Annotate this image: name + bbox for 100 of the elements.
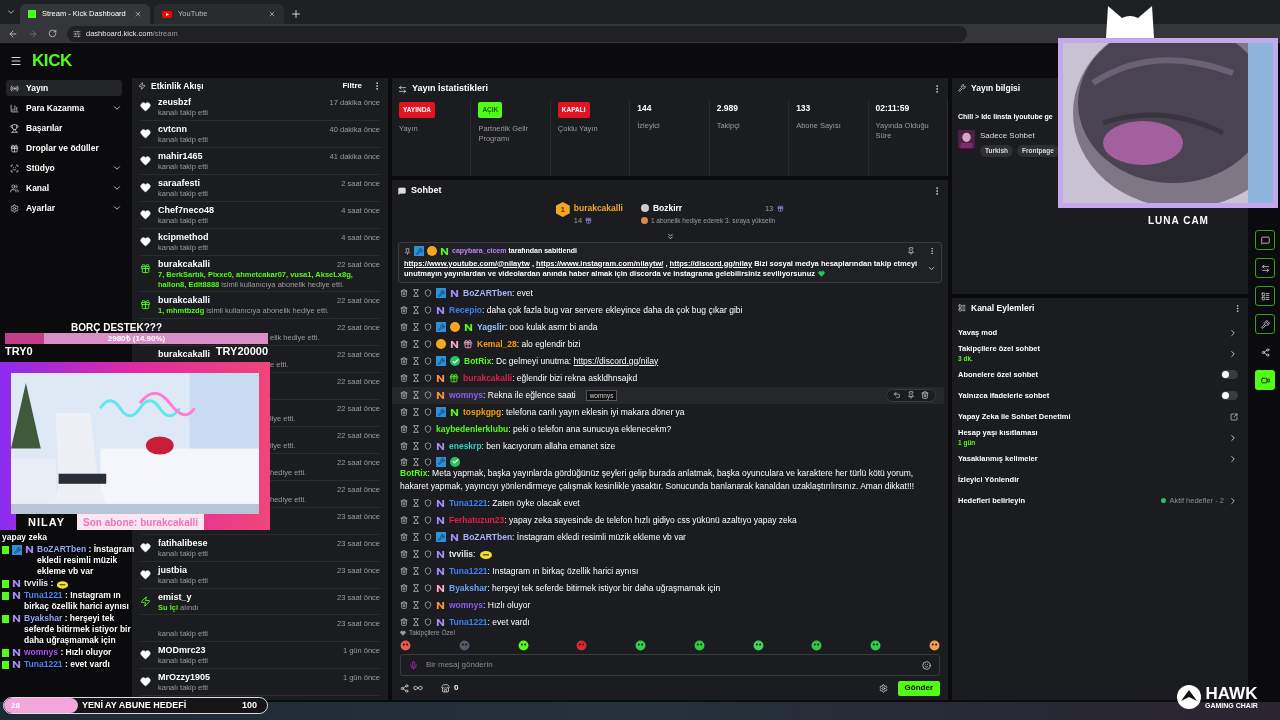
- user-name[interactable]: Chef7neco48: [158, 205, 215, 216]
- ban-icon[interactable]: [424, 618, 432, 626]
- close-icon[interactable]: [268, 10, 276, 18]
- user-name[interactable]: saraafesti: [158, 178, 201, 189]
- delete-icon[interactable]: [400, 408, 408, 416]
- rail-button[interactable]: [1255, 370, 1275, 390]
- delete-icon[interactable]: [400, 340, 408, 348]
- pin-icon[interactable]: [907, 391, 915, 399]
- ban-icon[interactable]: [424, 533, 432, 541]
- reply-icon[interactable]: [893, 391, 901, 399]
- emote-icon[interactable]: [635, 639, 647, 651]
- expand-icon[interactable]: [665, 232, 675, 241]
- category-name[interactable]: Sadece Sohbet: [980, 130, 1059, 142]
- emote-icon[interactable]: [928, 639, 940, 651]
- ban-icon[interactable]: [424, 584, 432, 592]
- ban-icon[interactable]: [424, 340, 432, 348]
- delete-icon[interactable]: [400, 601, 408, 609]
- user-name[interactable]: zeusbzf: [158, 97, 191, 108]
- chevron-icon[interactable]: [1228, 348, 1238, 359]
- nav-item[interactable]: Yayın: [6, 80, 122, 96]
- emote-icon[interactable]: [517, 639, 529, 651]
- chevron-icon[interactable]: [1228, 453, 1238, 464]
- external-link-icon[interactable]: [1230, 412, 1238, 421]
- ban-icon[interactable]: [424, 357, 432, 365]
- ban-icon[interactable]: [424, 567, 432, 575]
- rail-button[interactable]: [1255, 286, 1275, 306]
- delete-icon[interactable]: [921, 391, 929, 399]
- timeout-icon[interactable]: [412, 425, 420, 433]
- nav-item[interactable]: Başarılar: [6, 120, 122, 136]
- timeout-icon[interactable]: [412, 357, 420, 365]
- ban-icon[interactable]: [424, 374, 432, 382]
- user-name[interactable]: justbia: [158, 564, 187, 576]
- ban-icon[interactable]: [424, 499, 432, 507]
- chevron-icon[interactable]: [1228, 327, 1238, 338]
- back-icon[interactable]: [8, 28, 18, 39]
- nav-item[interactable]: Droplar ve ödüller: [6, 140, 122, 156]
- more-icon[interactable]: [1233, 303, 1242, 313]
- chevron-icon[interactable]: [112, 163, 122, 173]
- delete-icon[interactable]: [400, 306, 408, 314]
- timeout-icon[interactable]: [412, 306, 420, 314]
- menu-icon[interactable]: [10, 55, 22, 67]
- user-name[interactable]: burakcakalli: [158, 348, 211, 360]
- tab-list-icon[interactable]: [6, 7, 16, 17]
- user-name[interactable]: mahir1465: [158, 151, 203, 162]
- toggle-switch[interactable]: [1221, 391, 1238, 400]
- timeout-icon[interactable]: [412, 442, 420, 450]
- delete-icon[interactable]: [400, 374, 408, 382]
- filter-button[interactable]: Filtre: [342, 80, 362, 92]
- delete-icon[interactable]: [400, 567, 408, 575]
- timeout-icon[interactable]: [412, 516, 420, 524]
- timeout-icon[interactable]: [412, 550, 420, 558]
- emoji-icon[interactable]: [922, 660, 931, 670]
- emote-icon[interactable]: [811, 639, 823, 651]
- delete-icon[interactable]: [400, 425, 408, 433]
- chevron-icon[interactable]: [112, 183, 122, 193]
- new-tab-icon[interactable]: [290, 8, 302, 20]
- delete-icon[interactable]: [400, 584, 408, 592]
- ban-icon[interactable]: [424, 550, 432, 558]
- ban-icon[interactable]: [424, 516, 432, 524]
- timeout-icon[interactable]: [412, 391, 420, 399]
- ban-icon[interactable]: [424, 601, 432, 609]
- delete-icon[interactable]: [400, 442, 408, 450]
- timeout-icon[interactable]: [412, 584, 420, 592]
- ban-icon[interactable]: [424, 408, 432, 416]
- timeout-icon[interactable]: [412, 601, 420, 609]
- toggle-switch[interactable]: [1221, 370, 1238, 379]
- emote-icon[interactable]: [752, 639, 764, 651]
- chevron-icon[interactable]: [112, 103, 122, 113]
- user-name[interactable]: burakcakalli: [158, 259, 211, 270]
- timeout-icon[interactable]: [412, 323, 420, 331]
- user-name[interactable]: fatihalibese: [158, 537, 208, 549]
- timeout-icon[interactable]: [412, 408, 420, 416]
- chevron-icon[interactable]: [112, 203, 122, 213]
- user-name[interactable]: MODmrc23: [158, 645, 206, 656]
- timeout-icon[interactable]: [412, 618, 420, 626]
- delete-icon[interactable]: [400, 533, 408, 541]
- settings-icon[interactable]: [878, 683, 888, 693]
- ban-icon[interactable]: [424, 391, 432, 399]
- timeout-icon[interactable]: [412, 340, 420, 348]
- emote-icon[interactable]: [870, 639, 882, 651]
- reload-icon[interactable]: [48, 29, 57, 38]
- ban-icon[interactable]: [424, 306, 432, 314]
- user-name[interactable]: cvtcnn: [158, 124, 187, 135]
- ban-icon[interactable]: [424, 457, 432, 466]
- nav-item[interactable]: Ayarlar: [6, 200, 112, 216]
- timeout-icon[interactable]: [412, 289, 420, 297]
- timeout-icon[interactable]: [412, 567, 420, 575]
- delete-icon[interactable]: [400, 499, 408, 507]
- delete-icon[interactable]: [400, 618, 408, 626]
- delete-icon[interactable]: [400, 457, 408, 466]
- store-icon[interactable]: [441, 683, 450, 693]
- kick-logo[interactable]: KICK: [32, 48, 72, 74]
- delete-icon[interactable]: [400, 516, 408, 524]
- send-button[interactable]: Gönder: [897, 680, 940, 696]
- nav-item[interactable]: Kanal: [6, 180, 112, 196]
- site-settings-icon[interactable]: [73, 29, 81, 38]
- rail-button[interactable]: [1255, 314, 1275, 334]
- user-name[interactable]: kcipmethod: [158, 232, 209, 243]
- message-field[interactable]: Bir mesaj gönderin: [400, 654, 940, 676]
- delete-icon[interactable]: [400, 391, 408, 399]
